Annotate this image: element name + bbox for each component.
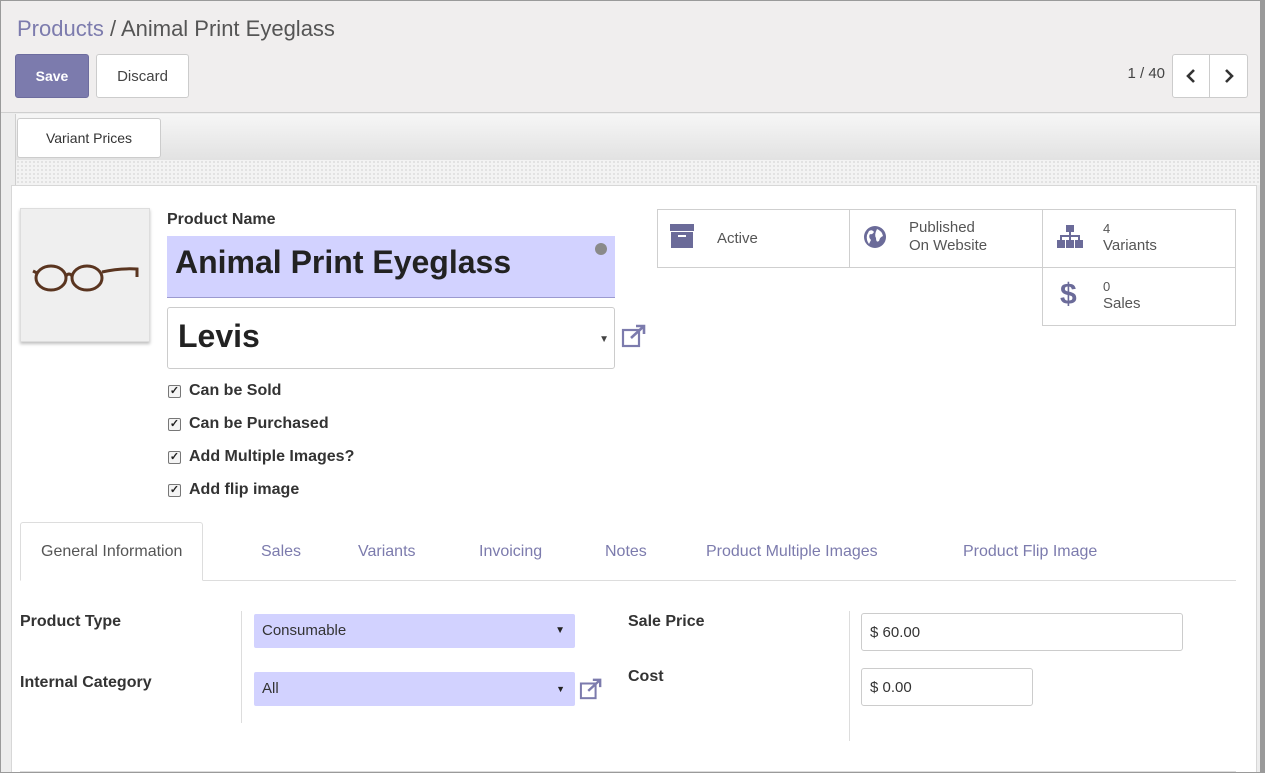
sitemap-icon (1057, 225, 1083, 248)
pager-prev-button[interactable] (1172, 54, 1210, 98)
checkbox-can-be-purchased[interactable]: ✓ Can be Purchased (168, 415, 329, 433)
sales-smart-button[interactable]: $ 0 Sales (1042, 267, 1236, 326)
tab-product-flip-image[interactable]: Product Flip Image (963, 522, 1097, 581)
tab-invoicing[interactable]: Invoicing (479, 522, 542, 581)
product-image[interactable] (20, 208, 150, 342)
eyeglasses-image (32, 264, 139, 292)
sales-count: 0 (1103, 279, 1111, 294)
pager-next-button[interactable] (1210, 54, 1248, 98)
caret-down-icon: ▼ (556, 684, 565, 694)
tab-notes[interactable]: Notes (605, 522, 647, 581)
breadcrumb-current: Animal Print Eyeglass (120, 16, 335, 41)
pager-value[interactable]: 1 / 40 (1127, 65, 1165, 82)
checkbox-label: Can be Sold (189, 382, 282, 399)
sale-price-label: Sale Price (628, 613, 705, 630)
odoo-form-window: Products / Animal Print Eyeglass Save Di… (0, 0, 1265, 773)
tab-product-multiple-images[interactable]: Product Multiple Images (706, 522, 878, 581)
sheet-background-pattern (15, 160, 1260, 185)
breadcrumb-products-link[interactable]: Products (17, 16, 104, 41)
brand-select[interactable]: Levis ▼ (167, 307, 615, 369)
published-on-website-button[interactable]: Published On Website (849, 209, 1043, 268)
variants-label: Variants (1103, 237, 1157, 254)
control-panel: Products / Animal Print Eyeglass Save Di… (1, 1, 1260, 113)
internal-category-value: All (262, 680, 279, 697)
breadcrumb-separator: / (103, 16, 121, 41)
cost-label: Cost (628, 668, 664, 685)
product-type-value: Consumable (262, 622, 347, 639)
active-label: Active (717, 230, 758, 247)
form-header-bar: Variant Prices (15, 114, 1260, 160)
variant-prices-button[interactable]: Variant Prices (17, 118, 161, 158)
checkbox-add-multiple-images[interactable]: ✓ Add Multiple Images? (168, 448, 354, 466)
checkbox-checked-icon[interactable]: ✓ (168, 417, 181, 431)
discard-button[interactable]: Discard (96, 54, 189, 98)
checkbox-add-flip-image[interactable]: ✓ Add flip image (168, 481, 299, 499)
translate-globe-icon[interactable] (595, 243, 607, 255)
checkbox-can-be-sold[interactable]: ✓ Can be Sold (168, 382, 281, 400)
brand-value: Levis (178, 318, 260, 354)
product-name-value: Animal Print Eyeglass (175, 244, 512, 280)
globe-icon (864, 226, 886, 248)
section-divider (20, 771, 1236, 772)
cost-input[interactable]: $ 0.00 (861, 668, 1033, 706)
internal-category-label: Internal Category (20, 674, 152, 691)
variants-count: 4 (1103, 221, 1111, 236)
published-label-line2: On Website (909, 237, 988, 254)
external-link-icon[interactable] (621, 324, 647, 348)
checkbox-label: Can be Purchased (189, 415, 329, 432)
column-separator (241, 611, 242, 723)
product-name-input[interactable]: Animal Print Eyeglass (167, 236, 615, 298)
tab-general-information[interactable]: General Information (20, 522, 204, 581)
checkbox-checked-icon[interactable]: ✓ (168, 483, 181, 497)
caret-down-icon: ▼ (599, 334, 609, 345)
variants-smart-button[interactable]: 4 Variants (1042, 209, 1236, 268)
dollar-icon: $ (1060, 278, 1077, 311)
checkbox-label: Add Multiple Images? (189, 448, 355, 465)
form-sheet: Product Name Animal Print Eyeglass Levis… (11, 185, 1257, 772)
chevron-right-icon (1224, 69, 1234, 83)
sales-label: Sales (1103, 295, 1141, 312)
published-label-line1: Published (909, 219, 975, 236)
tab-variants[interactable]: Variants (358, 522, 416, 581)
caret-down-icon: ▼ (555, 625, 565, 636)
chevron-left-icon (1186, 69, 1195, 83)
notebook-tabs: General Information Sales Variants Invoi… (20, 522, 1236, 581)
checkbox-label: Add flip image (189, 481, 300, 498)
tab-sales[interactable]: Sales (261, 522, 301, 581)
active-toggle-button[interactable]: Active (657, 209, 850, 268)
product-name-label: Product Name (167, 211, 276, 228)
save-button[interactable]: Save (15, 54, 89, 98)
product-type-label: Product Type (20, 613, 122, 630)
checkbox-checked-icon[interactable]: ✓ (168, 450, 181, 464)
sale-price-input[interactable]: $ 60.00 (861, 613, 1183, 651)
archive-icon (670, 224, 694, 248)
breadcrumb: Products / Animal Print Eyeglass (17, 16, 335, 42)
column-separator (849, 611, 850, 741)
external-link-icon[interactable] (579, 678, 603, 700)
checkbox-checked-icon[interactable]: ✓ (168, 384, 181, 398)
product-type-select[interactable]: Consumable ▼ (254, 614, 575, 648)
internal-category-select[interactable]: All ▼ (254, 672, 575, 706)
